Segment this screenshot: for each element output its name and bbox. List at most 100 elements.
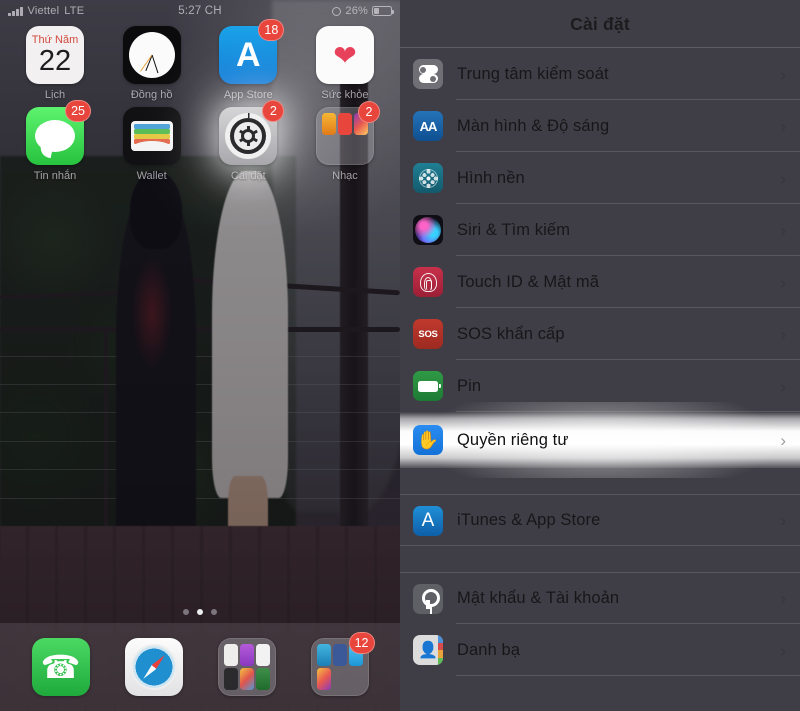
settings-row-wallpaper[interactable]: Hình nền › <box>400 152 800 204</box>
status-bar: Viettel LTE 5:27 CH 26% <box>0 0 400 22</box>
badge-count: 2 <box>262 100 285 122</box>
app-label: Cài đặt <box>230 170 266 182</box>
chevron-right-icon: › <box>780 640 786 660</box>
settings-list: Trung tâm kiểm soát › AA Màn hình & Độ s… <box>400 48 800 676</box>
settings-row-passwords-accounts[interactable]: Mật khẩu & Tài khoản › <box>400 572 800 624</box>
chevron-right-icon: › <box>780 64 786 84</box>
row-label: Màn hình & Độ sáng <box>457 116 610 135</box>
row-label: Trung tâm kiểm soát <box>457 64 609 83</box>
app-label: Đồng hồ <box>130 89 173 101</box>
dock-folder-utilities[interactable] <box>208 638 286 696</box>
music-folder-icon: 2 <box>315 101 380 165</box>
social-folder-icon: 12 <box>310 632 375 696</box>
privacy-row-wrapper: ✋ Quyền riêng tư › <box>400 402 800 478</box>
home-row-1: Thứ Năm 22 Lịch Đồng hồ A 18 App Store ❤… <box>16 19 384 101</box>
dock-icon-safari[interactable] <box>115 638 193 696</box>
settings-row-contacts[interactable]: 👤 Danh bạ › <box>400 624 800 676</box>
row-label: iTunes & App Store <box>457 511 601 529</box>
app-icon-calendar[interactable]: Thứ Năm 22 Lịch <box>16 26 94 101</box>
row-label: Siri & Tìm kiếm <box>457 220 571 239</box>
settings-nav-bar: Cài đặt <box>400 0 800 48</box>
wallet-icon <box>122 107 181 165</box>
badge-count: 25 <box>65 100 91 122</box>
safari-compass-icon <box>124 638 183 696</box>
page-dots[interactable] <box>0 609 400 615</box>
phone-icon: ☎ <box>31 638 90 696</box>
row-label: Hình nền <box>457 168 525 187</box>
settings-row-siri-search[interactable]: Siri & Tìm kiếm › <box>400 204 800 256</box>
settings-screen: Cài đặt Trung tâm kiểm soát › AA Màn hìn… <box>400 0 800 711</box>
touch-id-icon <box>413 267 443 297</box>
app-label: Sức khỏe <box>321 89 369 101</box>
app-label: App Store <box>223 89 273 101</box>
settings-row-display-brightness[interactable]: AA Màn hình & Độ sáng › <box>400 100 800 152</box>
iphone-home-screen: Viettel LTE 5:27 CH 26% Thứ Năm 22 Lịch <box>0 0 400 711</box>
carrier-label: Viettel <box>27 5 60 17</box>
settings-gear-icon: 2 <box>219 100 285 165</box>
chevron-right-icon: › <box>780 220 786 240</box>
app-label: Nhạc <box>332 170 358 182</box>
hand-glyph: ✋ <box>416 430 440 450</box>
rotation-lock-icon <box>332 6 342 16</box>
settings-row-emergency-sos[interactable]: SOS SOS khẩn cấp › <box>400 308 800 360</box>
emergency-sos-icon: SOS <box>413 319 443 349</box>
home-row-2: 25 Tin nhắn Wallet 2 Cài đặt 2 Nhạc <box>16 100 384 182</box>
app-icon-settings[interactable]: 2 Cài đặt <box>209 100 287 182</box>
privacy-hand-icon: ✋ <box>413 425 443 455</box>
messages-icon: 25 <box>26 100 91 165</box>
badge-count: 2 <box>357 101 380 123</box>
app-label: Lịch <box>44 89 66 101</box>
page-title: Cài đặt <box>570 13 630 34</box>
signal-bars-icon <box>8 6 23 16</box>
calendar-day: 22 <box>38 45 72 78</box>
chevron-right-icon: › <box>780 272 786 292</box>
app-label: Tin nhắn <box>33 170 77 182</box>
row-label: Danh bạ <box>457 640 521 659</box>
chevron-right-icon: › <box>780 589 786 608</box>
app-store-icon: A 18 <box>219 19 285 84</box>
app-label: Wallet <box>136 170 167 182</box>
battery-settings-icon <box>413 371 443 401</box>
siri-search-icon <box>413 215 443 245</box>
chevron-right-icon: › <box>780 430 786 450</box>
dock-folder-social[interactable]: 12 <box>301 632 379 696</box>
app-icon-music-folder[interactable]: 2 Nhạc <box>306 101 384 182</box>
settings-row-privacy[interactable]: ✋ Quyền riêng tư › <box>400 412 800 468</box>
control-center-icon <box>413 59 443 89</box>
contacts-icon: 👤 <box>413 635 443 665</box>
row-label: SOS khẩn cấp <box>457 324 565 343</box>
chevron-right-icon: › <box>780 324 786 344</box>
row-label: Mật khẩu & Tài khoản <box>457 589 620 607</box>
sos-glyph: SOS <box>418 328 438 340</box>
app-icon-messages[interactable]: 25 Tin nhắn <box>16 100 94 182</box>
home-dock: ☎ 12 <box>0 623 400 711</box>
settings-row-battery[interactable]: Pin › <box>400 360 800 412</box>
settings-row-itunes-app-store[interactable]: A iTunes & App Store › <box>400 494 800 546</box>
settings-row-control-center[interactable]: Trung tâm kiểm soát › <box>400 48 800 100</box>
home-app-grid: Thứ Năm 22 Lịch Đồng hồ A 18 App Store ❤… <box>0 19 400 188</box>
app-icon-clock[interactable]: Đồng hồ <box>113 26 191 101</box>
battery-percent-label: 26% <box>345 5 368 17</box>
chevron-right-icon: › <box>780 116 786 136</box>
clock-icon <box>122 26 181 84</box>
network-label: LTE <box>64 5 85 17</box>
itunes-app-store-icon: A <box>413 505 443 536</box>
chevron-right-icon: › <box>780 168 786 188</box>
chevron-right-icon: › <box>780 511 786 530</box>
app-icon-app-store[interactable]: A 18 App Store <box>209 19 287 101</box>
row-label: Pin <box>457 376 482 395</box>
display-brightness-icon: AA <box>413 111 443 141</box>
wallpaper-icon <box>413 163 443 193</box>
chevron-right-icon: › <box>780 376 786 396</box>
settings-row-touch-id[interactable]: Touch ID & Mật mã › <box>400 256 800 308</box>
calendar-icon: Thứ Năm 22 <box>26 26 84 84</box>
health-icon: ❤ <box>315 26 374 84</box>
app-icon-health[interactable]: ❤ Sức khỏe <box>306 26 384 101</box>
screenshot-root: Viettel LTE 5:27 CH 26% Thứ Năm 22 Lịch <box>0 0 800 711</box>
badge-count: 12 <box>348 632 375 654</box>
row-label: Touch ID & Mật mã <box>457 272 599 291</box>
dock-icon-phone[interactable]: ☎ <box>22 638 100 696</box>
app-icon-wallet[interactable]: Wallet <box>113 107 191 182</box>
utilities-folder-icon <box>217 638 276 696</box>
